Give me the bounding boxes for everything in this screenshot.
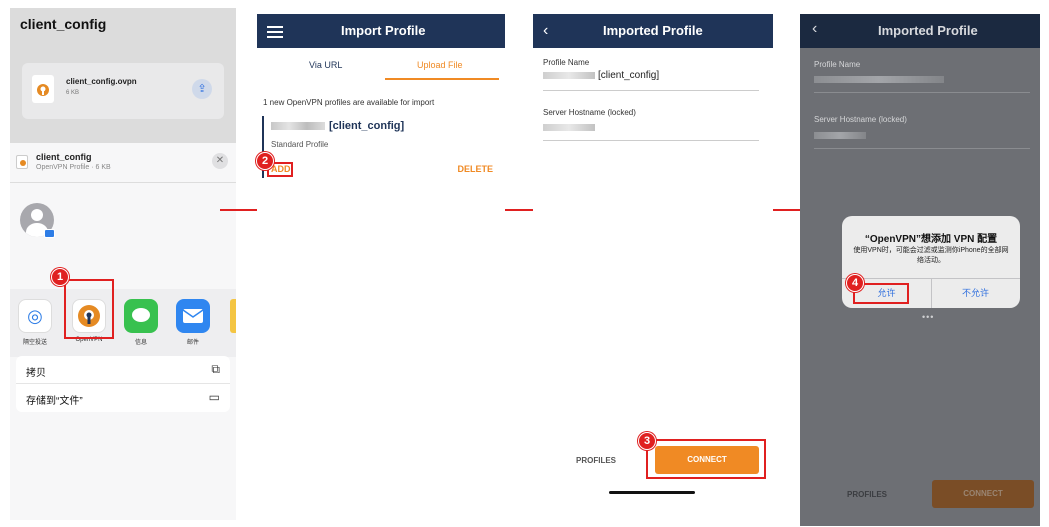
divider bbox=[543, 90, 759, 91]
close-icon[interactable]: ✕ bbox=[212, 153, 228, 169]
profile-name-label: Profile Name bbox=[543, 58, 590, 67]
hamburger-menu-icon[interactable] bbox=[267, 25, 283, 43]
app-label: 隔空投送 bbox=[22, 340, 47, 346]
page-title: Import Profile bbox=[341, 23, 426, 38]
hostname-label: Server Hostname (locked) bbox=[543, 108, 636, 117]
step-badge-4: 4 bbox=[846, 274, 864, 292]
share-icon[interactable]: ⇪ bbox=[192, 79, 212, 99]
divider bbox=[814, 92, 1030, 93]
app-label: 信息 bbox=[134, 340, 147, 346]
more-app-icon[interactable] bbox=[230, 299, 236, 333]
airdrop-badge-icon bbox=[44, 229, 55, 238]
connect-button[interactable]: CONNECT bbox=[932, 480, 1034, 508]
page-title: Imported Profile bbox=[878, 23, 978, 38]
action-copy[interactable]: 拷贝 ⧉ bbox=[16, 356, 230, 384]
navbar: Import Profile bbox=[257, 14, 505, 48]
ovpn-file-icon bbox=[32, 75, 54, 103]
delete-button[interactable]: DELETE bbox=[457, 164, 493, 174]
file-card[interactable]: client_config.ovpn 6 KB ⇪ bbox=[22, 63, 224, 119]
loading-dots-icon: ••• bbox=[922, 312, 935, 322]
step-badge-1: 1 bbox=[51, 268, 69, 286]
file-icon bbox=[16, 155, 28, 169]
folder-icon: ▭ bbox=[208, 390, 220, 404]
profiles-button[interactable]: PROFILES bbox=[576, 456, 616, 465]
share-subtitle: OpenVPN Profile · 6 KB bbox=[36, 164, 111, 171]
action-list: 拷贝 ⧉ 存储到“文件” ▭ bbox=[16, 356, 230, 412]
airdrop-icon: ◎ bbox=[18, 299, 52, 333]
profiles-button[interactable]: PROFILES bbox=[847, 490, 887, 499]
file-size: 6 KB bbox=[66, 90, 80, 96]
step-badge-2: 2 bbox=[256, 152, 274, 170]
back-chevron-icon[interactable]: ‹ bbox=[543, 22, 548, 40]
highlight-openvpn bbox=[64, 279, 114, 339]
divider bbox=[814, 148, 1030, 149]
action-label: 拷贝 bbox=[26, 368, 46, 379]
hostname-value bbox=[543, 122, 598, 133]
file-preview-area: client_config client_config.ovpn 6 KB ⇪ bbox=[10, 8, 236, 143]
hostname-label: Server Hostname (locked) bbox=[814, 115, 907, 124]
active-tab-indicator bbox=[385, 78, 499, 80]
tab-via-url[interactable]: Via URL bbox=[309, 60, 342, 70]
file-name: client_config.ovpn bbox=[66, 77, 137, 86]
app-messages[interactable]: 信息 bbox=[124, 299, 158, 351]
import-info: 1 new OpenVPN profiles are available for… bbox=[263, 98, 435, 107]
deny-button[interactable]: 不允许 bbox=[931, 278, 1020, 308]
app-label: 邮件 bbox=[186, 340, 199, 346]
file-title: client_config bbox=[20, 16, 107, 32]
action-save-files[interactable]: 存储到“文件” ▭ bbox=[16, 384, 230, 412]
profile-name-label: Profile Name bbox=[814, 60, 861, 69]
profile-name-value bbox=[814, 74, 947, 85]
navbar: ‹ Imported Profile bbox=[533, 14, 773, 48]
share-sheet-header: client_config OpenVPN Profile · 6 KB ✕ bbox=[10, 143, 236, 183]
messages-icon bbox=[124, 299, 158, 333]
import-profile-panel: Import Profile Via URL Upload File 1 new… bbox=[257, 14, 505, 514]
profile-type: Standard Profile bbox=[271, 140, 329, 149]
app-airdrop[interactable]: ◎ 隔空投送 bbox=[18, 299, 52, 351]
action-label: 存储到“文件” bbox=[26, 396, 83, 407]
step-badge-3: 3 bbox=[638, 432, 656, 450]
profile-name: [client_config] bbox=[271, 120, 404, 132]
share-sheet: client_config OpenVPN Profile · 6 KB ✕ ◎… bbox=[10, 143, 236, 520]
redacted-host bbox=[271, 122, 325, 131]
navbar: ‹ Imported Profile bbox=[800, 14, 1040, 48]
tab-upload-file[interactable]: Upload File bbox=[417, 60, 463, 70]
back-chevron-icon[interactable]: ‹ bbox=[812, 20, 817, 38]
share-sheet-panel: client_config client_config.ovpn 6 KB ⇪ … bbox=[10, 8, 236, 520]
copy-icon: ⧉ bbox=[211, 362, 220, 376]
arrow-icon bbox=[220, 204, 270, 216]
hostname-value bbox=[814, 130, 869, 141]
share-title: client_config bbox=[36, 152, 92, 162]
mail-icon bbox=[176, 299, 210, 333]
profile-name-value: [client_config] bbox=[543, 70, 659, 81]
home-indicator bbox=[609, 491, 695, 494]
vpn-permission-panel: ‹ Imported Profile Profile Name Server H… bbox=[800, 14, 1040, 526]
page-title: Imported Profile bbox=[603, 23, 703, 38]
highlight-connect bbox=[646, 439, 766, 479]
divider bbox=[543, 140, 759, 141]
dialog-title: “OpenVPN”想添加 VPN 配置 bbox=[864, 234, 998, 245]
app-row: ◎ 隔空投送 OpenVPN 信息 邮件 bbox=[10, 289, 236, 357]
dialog-message: 使用VPN时，可能会过滤或监测你iPhone的全部网络活动。 bbox=[853, 247, 1009, 264]
app-mail[interactable]: 邮件 bbox=[176, 299, 210, 351]
